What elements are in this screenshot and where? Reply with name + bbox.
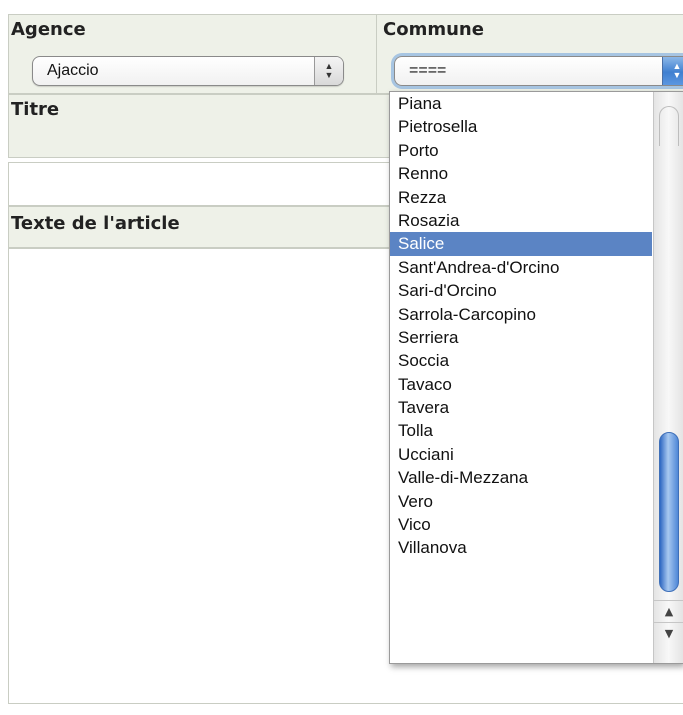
commune-options: Piana Pietrosella Porto Renno Rezza Rosazia Sa…	[390, 92, 652, 560]
texte-label: Texte de l'article	[11, 213, 180, 234]
up-down-arrows-icon: ▲ ▼	[314, 57, 343, 85]
commune-dropdown-list[interactable]: Piana Pietrosella Porto Renno Rezza Rosazia Sa…	[389, 91, 683, 664]
commune-option[interactable]: Sarrola-Carcopino	[390, 303, 652, 326]
titre-label: Titre	[11, 99, 60, 120]
commune-option[interactable]: Pietrosella	[390, 115, 652, 138]
commune-option[interactable]: Sant'Andrea-d'Orcino	[390, 256, 652, 279]
scrollbar-track-cap	[659, 106, 679, 146]
scroll-down-arrow-icon[interactable]: ▼	[654, 622, 683, 644]
commune-option[interactable]: Salice	[390, 232, 652, 256]
page-header-remnant	[0, 0, 683, 8]
commune-option[interactable]: Renno	[390, 162, 652, 185]
up-down-arrows-icon: ▲ ▼	[662, 57, 683, 85]
commune-option[interactable]: Tavaco	[390, 373, 652, 396]
commune-option[interactable]: Ucciani	[390, 443, 652, 466]
commune-option[interactable]: Porto	[390, 139, 652, 162]
agence-select-value: Ajaccio	[47, 62, 99, 79]
commune-select-value: ====	[409, 62, 447, 79]
commune-option[interactable]: Rezza	[390, 186, 652, 209]
commune-option[interactable]: Vero	[390, 490, 652, 513]
scroll-up-arrow-icon[interactable]: ▲	[654, 600, 683, 622]
commune-option[interactable]: Valle-di-Mezzana	[390, 466, 652, 489]
commune-option[interactable]: Tolla	[390, 419, 652, 442]
dropdown-scrollbar[interactable]: ▲ ▼	[653, 92, 683, 663]
commune-option[interactable]: Tavera	[390, 396, 652, 419]
agence-label: Agence	[11, 19, 86, 40]
commune-label: Commune	[383, 19, 484, 40]
commune-option[interactable]: Villanova	[390, 536, 652, 559]
commune-option[interactable]: Sari-d'Orcino	[390, 279, 652, 302]
commune-option[interactable]: Vico	[390, 513, 652, 536]
commune-option[interactable]: Piana	[390, 92, 652, 115]
commune-option[interactable]: Soccia	[390, 349, 652, 372]
commune-option[interactable]: Rosazia	[390, 209, 652, 232]
commune-select[interactable]: ==== ▲ ▼	[394, 56, 683, 86]
scrollbar-thumb[interactable]	[659, 432, 679, 592]
commune-option[interactable]: Serriera	[390, 326, 652, 349]
agence-select[interactable]: Ajaccio ▲ ▼	[32, 56, 344, 86]
